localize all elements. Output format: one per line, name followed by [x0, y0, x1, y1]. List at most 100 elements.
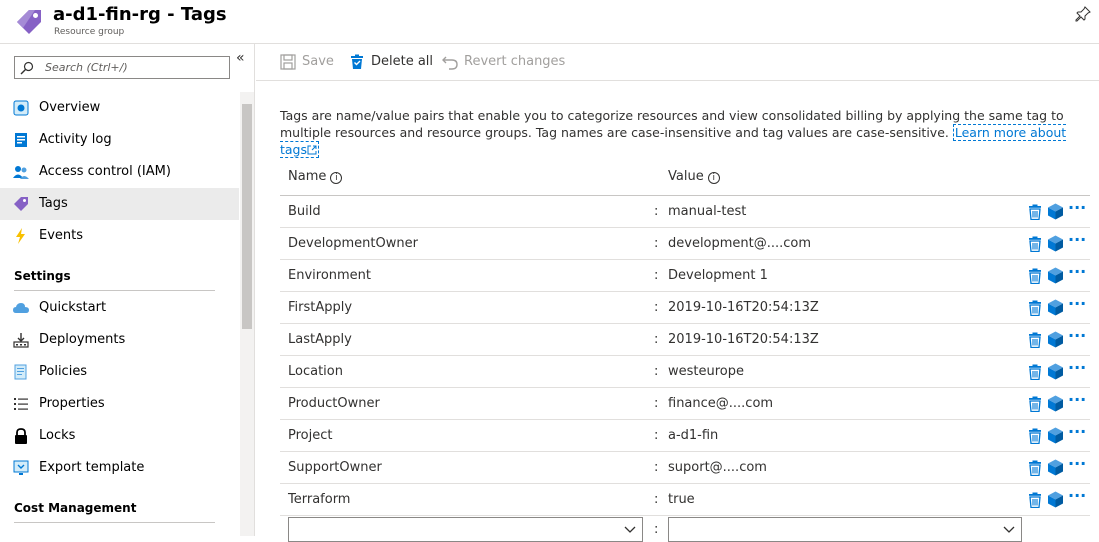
pin-icon[interactable] — [1075, 6, 1091, 22]
separator: : — [654, 492, 659, 507]
trash-icon[interactable] — [1028, 204, 1042, 220]
search-input[interactable]: Search (Ctrl+/) — [14, 56, 230, 79]
tag-value[interactable]: manual-test — [668, 204, 746, 220]
separator: : — [654, 522, 659, 537]
more-options-button[interactable]: ··· — [1068, 488, 1086, 504]
trash-icon[interactable] — [1028, 364, 1042, 380]
tag-name[interactable]: FirstApply — [288, 300, 352, 316]
separator: : — [654, 428, 659, 443]
separator: : — [654, 396, 659, 411]
cube-icon[interactable] — [1047, 267, 1064, 284]
tag-name[interactable]: Build — [288, 204, 321, 220]
table-row: FirstApply:2019-10-16T20:54:13Z ··· — [280, 292, 1090, 324]
tag-value[interactable]: 2019-10-16T20:54:13Z — [668, 332, 819, 348]
tag-value[interactable]: true — [668, 492, 695, 508]
tag-name[interactable]: Environment — [288, 268, 371, 284]
trash-icon — [351, 54, 363, 69]
tag-name[interactable]: ProductOwner — [288, 396, 380, 412]
table-row: Terraform: true ··· — [280, 484, 1090, 516]
section-divider — [14, 290, 215, 291]
sidebar-item-deployments[interactable]: Deployments — [0, 324, 239, 356]
cloud-icon — [13, 303, 29, 313]
tag-value[interactable]: finance@....com — [668, 396, 773, 412]
cube-icon[interactable] — [1047, 235, 1064, 252]
sidebar-item-locks[interactable]: Locks — [0, 420, 239, 452]
cube-icon[interactable] — [1047, 363, 1064, 380]
trash-icon[interactable] — [1028, 268, 1042, 284]
column-header-name: Name i — [288, 169, 343, 185]
section-divider — [14, 522, 215, 523]
more-options-button[interactable]: ··· — [1068, 360, 1086, 376]
tag-name[interactable]: Project — [288, 428, 332, 444]
more-options-button[interactable]: ··· — [1068, 232, 1086, 248]
new-tag-name-dropdown[interactable] — [288, 517, 643, 542]
new-tag-value-dropdown[interactable] — [668, 517, 1022, 542]
table-row: Environment: Development 1 ··· — [280, 260, 1090, 292]
tag-icon — [17, 10, 41, 34]
trash-icon[interactable] — [1028, 300, 1042, 316]
tag-name[interactable]: Terraform — [288, 492, 350, 508]
sidebar-item-quickstart[interactable]: Quickstart — [0, 292, 239, 324]
trash-icon[interactable] — [1028, 396, 1042, 412]
trash-icon[interactable] — [1028, 460, 1042, 476]
tag-name[interactable]: DevelopmentOwner — [288, 236, 418, 252]
separator: : — [654, 364, 659, 379]
more-options-button[interactable]: ··· — [1068, 424, 1086, 440]
cube-icon[interactable] — [1047, 331, 1064, 348]
more-options-button[interactable]: ··· — [1068, 456, 1086, 472]
cube-icon[interactable] — [1047, 491, 1064, 508]
table-row: SupportOwner: suport@....com ··· — [280, 452, 1090, 484]
tag-value[interactable]: 2019-10-16T20:54:13Z — [668, 300, 819, 316]
collapse-sidebar-button[interactable]: « — [236, 50, 245, 66]
chevron-down-icon — [1003, 526, 1015, 533]
table-row: LastApply:2019-10-16T20:54:13Z ··· — [280, 324, 1090, 356]
cube-icon[interactable] — [1047, 427, 1064, 444]
table-row: ProductOwner: finance@....com ··· — [280, 388, 1090, 420]
trash-icon[interactable] — [1028, 428, 1042, 444]
more-options-button[interactable]: ··· — [1068, 296, 1086, 312]
tag-icon — [14, 197, 28, 211]
tag-value[interactable]: Development 1 — [668, 268, 768, 284]
info-icon[interactable]: i — [330, 172, 343, 184]
sidebar-item-properties[interactable]: Properties — [0, 388, 239, 420]
tag-value[interactable]: westeurope — [668, 364, 744, 380]
sidebar-item-overview[interactable]: Overview — [0, 92, 239, 124]
tag-value[interactable]: suport@....com — [668, 460, 767, 476]
trash-icon[interactable] — [1028, 332, 1042, 348]
sidebar-item-access-control[interactable]: Access control (IAM) — [0, 156, 239, 188]
tag-name[interactable]: Location — [288, 364, 343, 380]
policies-icon — [14, 364, 27, 380]
more-options-button[interactable]: ··· — [1068, 328, 1086, 344]
sidebar-item-policies[interactable]: Policies — [0, 356, 239, 388]
more-options-button[interactable]: ··· — [1068, 200, 1086, 216]
properties-icon — [14, 398, 28, 410]
cube-icon[interactable] — [1047, 459, 1064, 476]
sidebar-item-tags[interactable]: Tags — [0, 188, 239, 220]
info-icon[interactable]: i — [707, 172, 720, 184]
more-options-button[interactable]: ··· — [1068, 264, 1086, 280]
more-options-button[interactable]: ··· — [1068, 392, 1086, 408]
tag-value[interactable]: a-d1-fin — [668, 428, 718, 444]
cube-icon[interactable] — [1047, 203, 1064, 220]
undo-icon — [442, 56, 458, 70]
cube-icon[interactable] — [1047, 299, 1064, 316]
separator: : — [654, 236, 659, 251]
sidebar-scrollbar-thumb[interactable] — [242, 104, 252, 329]
sidebar-item-export-template[interactable]: Export template — [0, 452, 239, 484]
trash-icon[interactable] — [1028, 492, 1042, 508]
delete-all-button[interactable]: Delete all — [349, 53, 439, 71]
overview-icon — [13, 100, 29, 116]
tag-name[interactable]: LastApply — [288, 332, 352, 348]
cube-icon[interactable] — [1047, 395, 1064, 412]
tag-value[interactable]: development@....com — [668, 236, 811, 252]
tag-name[interactable]: SupportOwner — [288, 460, 382, 476]
sidebar-item-activity-log[interactable]: Activity log — [0, 124, 239, 156]
save-button[interactable]: Save — [280, 53, 340, 71]
trash-icon[interactable] — [1028, 236, 1042, 252]
save-icon — [280, 54, 296, 70]
separator: : — [654, 268, 659, 283]
separator: : — [654, 300, 659, 315]
lightning-icon — [16, 228, 25, 244]
sidebar-item-events[interactable]: Events — [0, 220, 239, 252]
revert-changes-button[interactable]: Revert changes — [442, 53, 565, 71]
